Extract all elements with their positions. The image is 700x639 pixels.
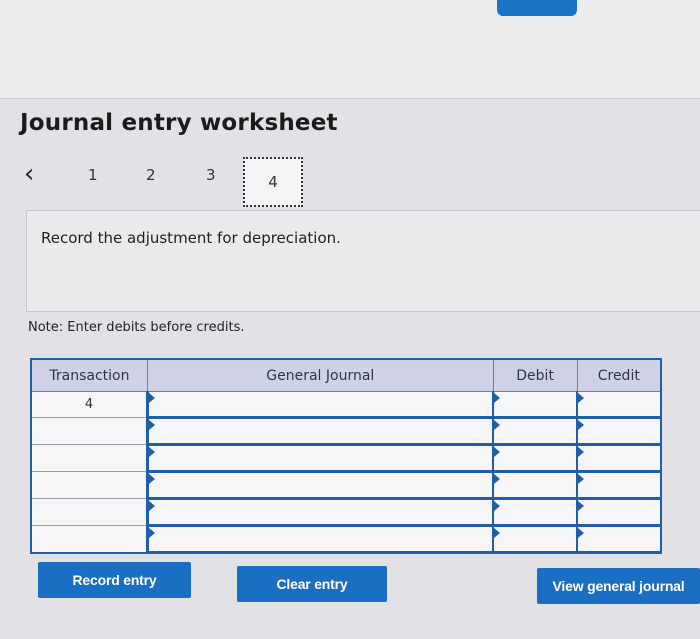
caret-right-icon [148, 474, 155, 484]
clear-entry-button[interactable]: Clear entry [237, 566, 387, 602]
caret-right-icon [494, 501, 501, 511]
credit-input[interactable] [576, 525, 662, 554]
credit-input[interactable] [576, 471, 662, 500]
debit-input[interactable] [492, 391, 578, 419]
header-general-journal: General Journal [146, 358, 494, 392]
transaction-cell: 4 [30, 391, 148, 418]
table-row [30, 417, 662, 446]
debit-input[interactable] [492, 417, 578, 446]
caret-right-icon [578, 501, 585, 511]
note-text: Note: Enter debits before credits. [28, 320, 245, 335]
caret-right-icon [148, 501, 155, 511]
credit-input[interactable] [576, 417, 662, 446]
credit-input[interactable] [576, 391, 662, 419]
account-input[interactable] [145, 471, 494, 500]
transaction-cell [30, 417, 148, 445]
step-3[interactable]: 3 [206, 166, 216, 184]
caret-right-icon [578, 528, 585, 538]
instruction-text: Record the adjustment for depreciation. [41, 229, 341, 247]
caret-right-icon [494, 420, 501, 430]
caret-right-icon [578, 393, 585, 403]
table-row [30, 498, 662, 527]
caret-right-icon [148, 393, 155, 403]
table-row: 4 [30, 391, 662, 419]
credit-input[interactable] [576, 444, 662, 473]
caret-right-icon [148, 420, 155, 430]
account-input[interactable] [145, 417, 494, 446]
record-entry-button[interactable]: Record entry [38, 562, 191, 598]
caret-right-icon [148, 528, 155, 538]
top-band [0, 0, 700, 98]
caret-right-icon [494, 528, 501, 538]
header-debit: Debit [492, 358, 578, 392]
account-input[interactable] [145, 498, 494, 527]
table-row [30, 525, 662, 554]
table-row [30, 471, 662, 500]
page-title: Journal entry worksheet [20, 110, 338, 136]
caret-right-icon [494, 474, 501, 484]
caret-right-icon [148, 447, 155, 457]
account-input[interactable] [145, 444, 494, 473]
view-general-journal-button[interactable]: View general journal [537, 568, 700, 604]
debit-input[interactable] [492, 498, 578, 527]
transaction-cell [30, 525, 148, 553]
step-4-active[interactable]: 4 [243, 157, 303, 207]
transaction-cell [30, 498, 148, 526]
caret-right-icon [494, 393, 501, 403]
table-row [30, 444, 662, 473]
header-credit: Credit [576, 358, 662, 392]
step-2[interactable]: 2 [146, 166, 156, 184]
account-input[interactable] [145, 525, 494, 554]
transaction-cell [30, 444, 148, 472]
caret-right-icon [578, 474, 585, 484]
caret-right-icon [494, 447, 501, 457]
caret-right-icon [578, 447, 585, 457]
header-transaction: Transaction [30, 358, 148, 392]
chevron-left-icon[interactable]: ‹ [24, 161, 34, 187]
account-input[interactable] [145, 391, 494, 419]
credit-input[interactable] [576, 498, 662, 527]
step-1[interactable]: 1 [88, 166, 98, 184]
table-header-row: Transaction General Journal Debit Credit [30, 358, 662, 392]
debit-input[interactable] [492, 471, 578, 500]
debit-input[interactable] [492, 525, 578, 554]
transaction-cell [30, 471, 148, 499]
step-navigation: ‹ 1 2 3 4 [20, 155, 320, 211]
caret-right-icon [578, 420, 585, 430]
instruction-panel: Record the adjustment for depreciation. [26, 210, 700, 312]
journal-table: Transaction General Journal Debit Credit… [30, 358, 662, 554]
saved-button[interactable] [497, 0, 577, 16]
debit-input[interactable] [492, 444, 578, 473]
divider [0, 98, 700, 99]
